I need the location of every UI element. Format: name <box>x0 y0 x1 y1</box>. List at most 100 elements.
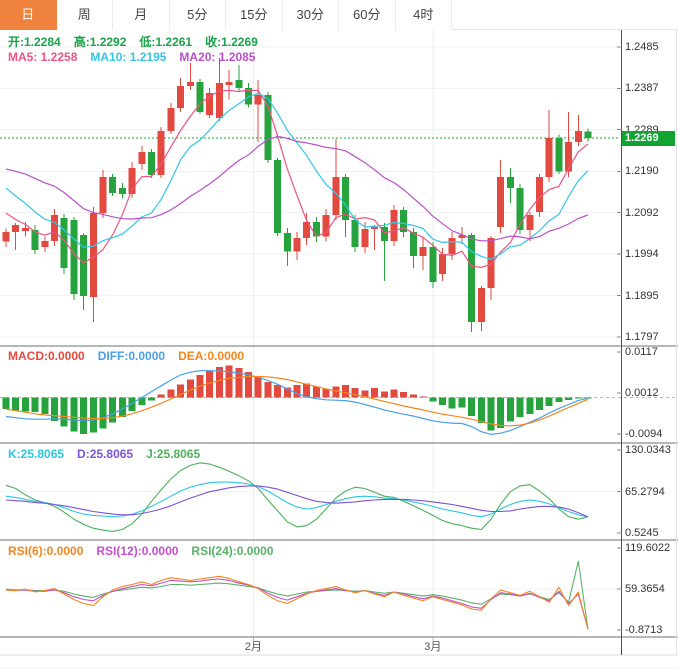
candle-body <box>526 215 533 230</box>
macd-histogram-bar <box>575 397 582 398</box>
candle-body <box>3 232 10 242</box>
candle-body <box>352 220 359 247</box>
candle-body <box>158 131 165 175</box>
candle-body <box>177 86 184 108</box>
candle-body <box>468 235 475 322</box>
timeframe-tabbar: 日 周 月 5分 15分 30分 60分 4时 <box>0 0 678 30</box>
candle-body <box>274 160 281 233</box>
macd-histogram-bar <box>148 397 155 400</box>
tab-5min[interactable]: 5分 <box>170 0 227 30</box>
macd-histogram-bar <box>400 392 407 397</box>
candle-body <box>555 138 562 171</box>
macd-histogram-bar <box>294 385 301 397</box>
macd-histogram-bar <box>167 390 174 398</box>
macd-histogram-bar <box>70 397 77 431</box>
macd-histogram-bar <box>158 394 165 397</box>
candle-body <box>585 132 592 138</box>
macd-histogram-bar <box>526 397 533 413</box>
macd-histogram-bar <box>32 397 39 412</box>
kdj-d-line <box>6 486 588 517</box>
macd-histogram-bar <box>488 397 495 430</box>
macd-histogram-bar <box>332 387 339 398</box>
macd-histogram-bar <box>109 397 116 422</box>
candle-body <box>313 222 320 237</box>
chart-canvas[interactable] <box>0 0 678 670</box>
candle-body <box>565 142 572 172</box>
macd-histogram-bar <box>61 397 68 426</box>
macd-histogram-bar <box>555 397 562 402</box>
candle-body <box>342 177 349 220</box>
tab-day[interactable]: 日 <box>0 0 57 30</box>
macd-histogram-bar <box>264 382 271 398</box>
macd-histogram-bar <box>410 394 417 397</box>
macd-histogram-bar <box>439 397 446 405</box>
candle-body <box>138 152 145 164</box>
macd-histogram-bar <box>458 397 465 407</box>
macd-histogram-bar <box>391 389 398 397</box>
candle-body <box>216 83 223 118</box>
candle-body <box>187 82 194 86</box>
tab-4hour[interactable]: 4时 <box>396 0 453 30</box>
macd-histogram-bar <box>381 391 388 397</box>
macd-histogram-bar <box>226 366 233 398</box>
candle-body <box>235 80 242 88</box>
macd-histogram-bar <box>565 397 572 399</box>
candle-body <box>284 233 291 252</box>
forex-chart-window: 开:1.2284高:1.2292低:1.2261收:1.2269 MA5: 1.… <box>0 0 678 670</box>
macd-histogram-bar <box>22 397 29 411</box>
candle-body <box>449 238 456 254</box>
candle-body <box>536 177 543 212</box>
macd-histogram-bar <box>517 397 524 416</box>
macd-histogram-bar <box>80 397 87 434</box>
macd-histogram-bar <box>478 397 485 423</box>
rsi12-line <box>6 579 588 629</box>
candle-body <box>439 254 446 274</box>
candle-body <box>109 177 116 193</box>
macd-histogram-bar <box>449 397 456 408</box>
macd-histogram-bar <box>536 397 543 409</box>
candle-body <box>51 215 58 241</box>
macd-histogram-bar <box>429 397 436 401</box>
macd-histogram-bar <box>323 389 330 398</box>
candle-body <box>429 247 436 282</box>
macd-histogram-bar <box>371 388 378 397</box>
candle-body <box>148 152 155 175</box>
chart-area: 开:1.2284高:1.2292低:1.2261收:1.2269 MA5: 1.… <box>0 0 678 670</box>
candle-body <box>226 82 233 85</box>
macd-histogram-bar <box>313 387 320 398</box>
candle-body <box>371 227 378 229</box>
tab-15min[interactable]: 15分 <box>226 0 283 30</box>
macd-histogram-bar <box>546 397 553 406</box>
candle-body <box>41 241 48 247</box>
candle-body <box>255 95 262 105</box>
candle-body <box>575 131 582 142</box>
candle-body <box>410 232 417 256</box>
tab-30min[interactable]: 30分 <box>283 0 340 30</box>
candle-body <box>478 288 485 322</box>
macd-histogram-bar <box>255 376 262 397</box>
candle-body <box>391 210 398 241</box>
tab-week[interactable]: 周 <box>57 0 114 30</box>
tab-month[interactable]: 月 <box>113 0 170 30</box>
macd-histogram-bar <box>3 397 10 409</box>
macd-histogram-bar <box>51 397 58 420</box>
candle-body <box>420 247 427 256</box>
macd-histogram-bar <box>274 385 281 397</box>
macd-histogram-bar <box>90 397 97 432</box>
candle-body <box>294 238 301 251</box>
candle-body <box>546 138 553 177</box>
rsi6-line <box>6 576 588 629</box>
kdj-j-line <box>6 463 588 532</box>
candle-body <box>100 177 107 213</box>
rsi24-line <box>6 561 588 629</box>
candle-body <box>507 177 514 188</box>
macd-histogram-bar <box>468 397 475 416</box>
candle-body <box>497 177 504 227</box>
macd-histogram-bar <box>497 397 504 427</box>
tab-60min[interactable]: 60分 <box>339 0 396 30</box>
candle-body <box>488 238 495 288</box>
candle-body <box>70 220 77 294</box>
candle-body <box>119 188 126 194</box>
macd-histogram-bar <box>12 397 19 410</box>
candle-body <box>12 225 19 232</box>
